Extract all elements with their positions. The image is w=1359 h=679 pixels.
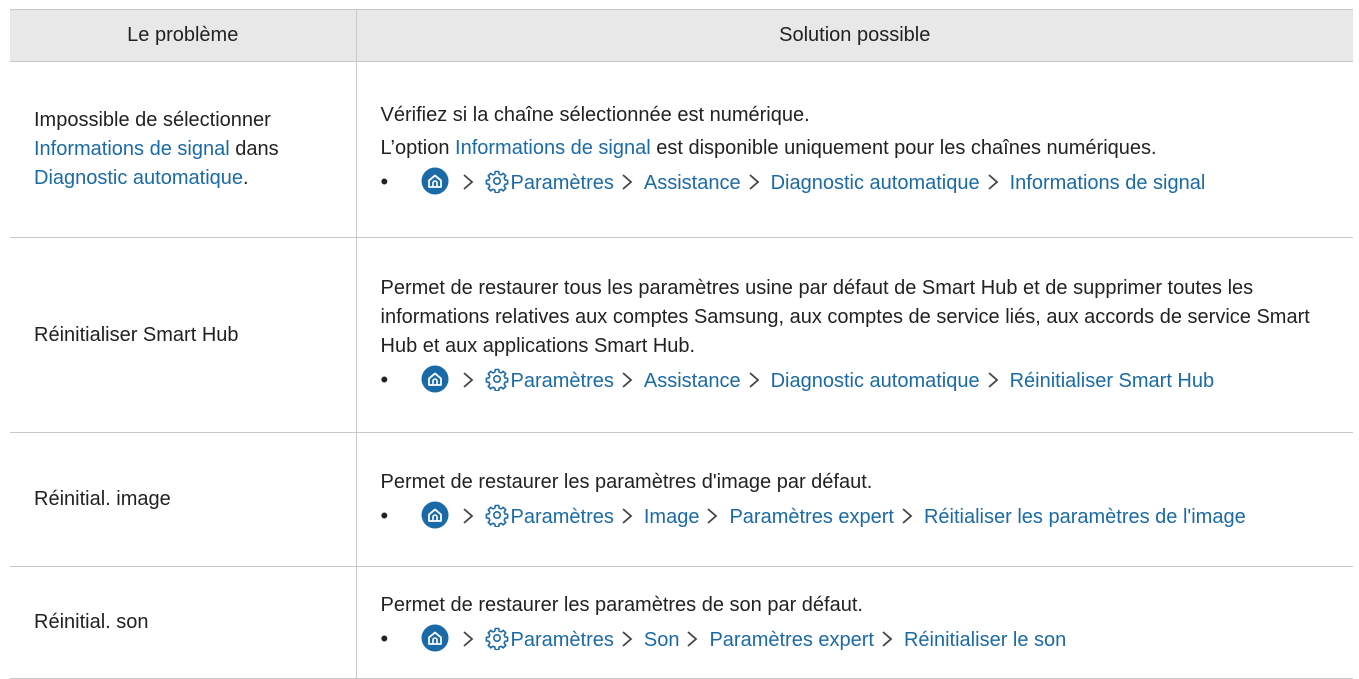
chevron-right-icon [461, 369, 475, 388]
chevron-right-icon [880, 628, 894, 647]
menu-path: • Paramètres Son Paramètres expert Réinitial… [381, 624, 1338, 655]
problem-link[interactable]: Diagnostic automatique [34, 167, 243, 189]
chevron-right-icon [986, 171, 1000, 190]
header-solution: Solution possible [356, 9, 1353, 62]
gear-icon [485, 367, 509, 392]
chevron-right-icon [900, 505, 914, 524]
chevron-right-icon [986, 369, 1000, 388]
chevron-right-icon [620, 505, 634, 524]
problem-text: . [243, 167, 249, 189]
chevron-right-icon [620, 369, 634, 388]
chevron-right-icon [620, 628, 634, 647]
menu-path-item[interactable]: Assistance [644, 172, 741, 194]
problem-cell: Réinitial. son [10, 566, 357, 679]
chevron-right-icon [461, 505, 475, 524]
solution-text-part: est disponible uniquement pour les chaîn… [650, 137, 1157, 159]
bullet: • [380, 625, 389, 651]
problem-cell: Réinitialiser Smart Hub [10, 237, 357, 433]
menu-path: • Paramètres Image Paramètres expert Réitial… [381, 501, 1338, 532]
menu-path-item[interactable]: Paramètres [511, 172, 614, 194]
menu-path-item[interactable]: Paramètres expert [709, 629, 874, 651]
solution-cell: Permet de restaurer tous les paramètres … [356, 237, 1353, 433]
bullet: • [380, 367, 389, 392]
problem-link[interactable]: Informations de signal [34, 138, 230, 160]
solution-link[interactable]: Informations de signal [455, 137, 651, 159]
problem-cell: Réinitial. image [10, 432, 357, 567]
menu-path-item[interactable]: Son [644, 629, 680, 651]
home-icon[interactable] [421, 365, 449, 393]
problem-cell: Impossible de sélectionner Informations … [10, 61, 357, 238]
table-row: Réinitial. image Permet de restaurer les… [10, 432, 1353, 567]
solution-text: Permet de restaurer les paramètres d'ima… [380, 470, 873, 493]
table-header-row: Le problème Solution possible [10, 9, 1353, 62]
home-icon[interactable] [421, 624, 449, 652]
menu-path-item[interactable]: Réitialiser les paramètres de l'image [924, 506, 1246, 528]
table-row: Réinitialiser Smart Hub Permet de restau… [10, 237, 1353, 433]
menu-path-item[interactable]: Informations de signal [1010, 172, 1206, 194]
problem-text: Impossible de sélectionner [34, 109, 271, 131]
menu-path-item[interactable]: Assistance [644, 370, 741, 392]
home-icon[interactable] [421, 167, 449, 195]
chevron-right-icon [747, 171, 761, 190]
bullet: • [380, 169, 389, 194]
solution-text: L’option Informations de signal est disp… [381, 134, 1338, 163]
menu-path-item[interactable]: Paramètres [511, 506, 614, 528]
solution-text: Permet de restaurer tous les paramètres … [380, 277, 1310, 357]
bullet: • [380, 502, 389, 528]
chevron-right-icon [461, 628, 475, 647]
solution-text-part: L’option [380, 137, 456, 159]
menu-path-item[interactable]: Diagnostic automatique [771, 172, 980, 194]
solution-cell: Vérifiez si la chaîne sélectionnée est n… [356, 61, 1353, 238]
chevron-right-icon [620, 171, 634, 190]
chevron-right-icon [685, 628, 699, 647]
gear-icon [485, 626, 509, 650]
header-problem: Le problème [10, 9, 357, 62]
menu-path: • Paramètres Assistance Diagnostic automati… [381, 365, 1338, 396]
solution-text: Permet de restaurer les paramètres de so… [380, 593, 863, 616]
menu-path-item[interactable]: Paramètres [511, 370, 614, 392]
menu-path-item[interactable]: Réinitialiser Smart Hub [1010, 370, 1215, 392]
home-icon[interactable] [421, 501, 449, 529]
table-row: Impossible de sélectionner Informations … [10, 61, 1353, 238]
menu-path-item[interactable]: Diagnostic automatique [771, 370, 980, 392]
menu-path-item[interactable]: Paramètres expert [729, 506, 894, 528]
gear-icon [485, 503, 509, 527]
chevron-right-icon [705, 505, 719, 524]
table-row: Réinitial. son Permet de restaurer les p… [10, 566, 1353, 679]
menu-path-item[interactable]: Paramètres [511, 629, 614, 651]
menu-path-item[interactable]: Réinitialiser le son [904, 629, 1066, 651]
menu-path-item[interactable]: Image [644, 506, 700, 528]
menu-path: • Paramètres Assistance Diagnostic automati… [381, 167, 1338, 198]
solution-text: Vérifiez si la chaîne sélectionnée est n… [380, 104, 810, 126]
solution-cell: Permet de restaurer les paramètres d'ima… [356, 432, 1353, 567]
troubleshooting-table: Le problème Solution possible Impossible… [10, 9, 1353, 679]
chevron-right-icon [747, 369, 761, 388]
chevron-right-icon [461, 171, 475, 190]
gear-icon [485, 169, 509, 194]
solution-cell: Permet de restaurer les paramètres de so… [356, 566, 1353, 679]
problem-text: dans [229, 138, 279, 160]
